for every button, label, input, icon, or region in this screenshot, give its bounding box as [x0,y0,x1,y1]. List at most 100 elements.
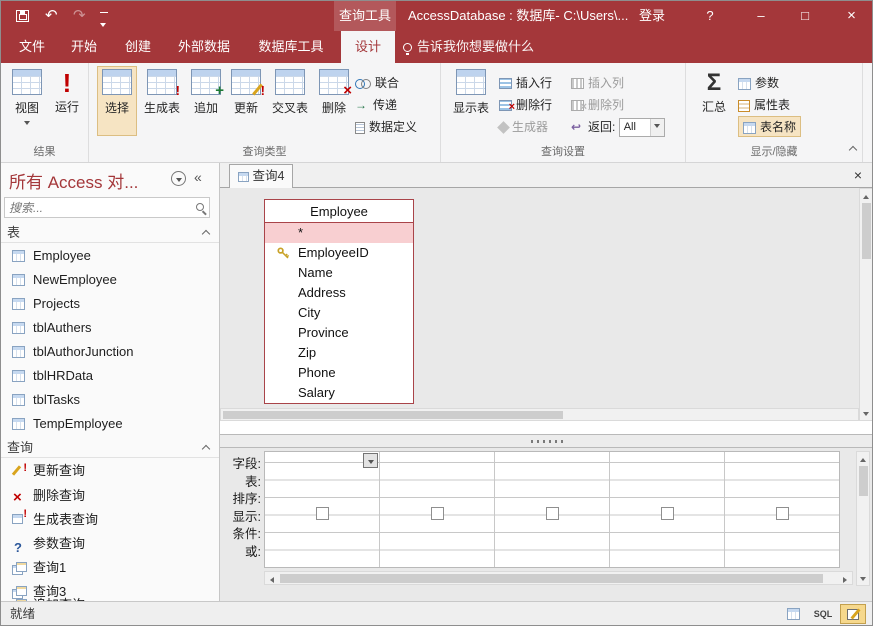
nav-table-newemployee[interactable]: NewEmployee [1,268,219,292]
update-query-button[interactable]: 更新 [227,66,265,136]
make-table-query-button[interactable]: 生成表 [139,66,185,136]
sql-view-button[interactable]: SQL [810,604,836,624]
sign-in-button[interactable]: 登录 [639,1,665,31]
nav-pane-title[interactable]: 所有 Access 对... [9,168,138,193]
data-definition-query-button[interactable]: 数据定义 [355,117,417,138]
nav-query-delete[interactable]: 删除查询 [1,484,219,508]
section-header-queries[interactable]: 查询 [1,437,219,458]
nav-table-employee[interactable]: Employee [1,244,219,268]
show-checkbox-col3[interactable] [546,507,559,520]
delete-query-button[interactable]: 删除 [315,66,353,136]
query-design-grid[interactable] [264,451,840,568]
field-row-employeeid[interactable]: EmployeeID [265,243,413,263]
nav-table-projects[interactable]: Projects [1,292,219,316]
insert-rows-button[interactable]: 插入行 [499,73,552,94]
tab-design[interactable]: 设计 [341,31,395,63]
select-query-button[interactable]: 选择 [97,66,137,136]
undo-icon[interactable] [45,1,58,31]
minimize-button[interactable]: – [741,1,781,31]
tab-database-tools[interactable]: 数据库工具 [245,31,337,63]
show-table-button[interactable]: 显示表 [447,66,495,136]
scroll-left-icon[interactable] [266,573,278,585]
scroll-up-icon[interactable] [857,453,869,465]
append-query-button[interactable]: 追加 [187,66,225,136]
view-button[interactable]: 视图 [8,66,46,136]
document-tab-query4[interactable]: 查询4 [229,164,293,188]
field-row-zip[interactable]: Zip [265,343,413,363]
show-checkbox-col4[interactable] [661,507,674,520]
nav-query-append[interactable]: 追加查询 [1,593,219,601]
delete-rows-button[interactable]: 删除行 [499,95,552,116]
field-row-city[interactable]: City [265,303,413,323]
design-vertical-scrollbar[interactable] [859,188,873,421]
context-tab-query-tools[interactable]: 查询工具 [334,1,396,31]
field-row-address[interactable]: Address [265,283,413,303]
nav-pane-menu-icon[interactable] [171,171,186,186]
datasheet-view-button[interactable] [780,604,806,624]
nav-query-parameter[interactable]: 参数查询 [1,532,219,556]
scrollbar-thumb[interactable] [223,411,563,419]
scrollbar-thumb[interactable] [859,466,868,496]
scroll-down-icon[interactable] [857,572,869,584]
nav-table-tblauthers[interactable]: tblAuthers [1,316,219,340]
union-query-button[interactable]: 联合 [355,73,399,94]
show-checkbox-col1[interactable] [316,507,329,520]
nav-query-update[interactable]: 更新查询 [1,459,219,483]
maximize-button[interactable]: □ [785,1,825,31]
help-button[interactable]: ? [695,1,725,31]
customize-quick-access-icon[interactable] [100,16,108,31]
scroll-down-icon[interactable] [860,407,872,419]
run-button[interactable]: ! 运行 [48,66,86,136]
nav-query-make-table[interactable]: 生成表查询 [1,508,219,532]
show-checkbox-col5[interactable] [776,507,789,520]
table-names-button[interactable]: 表名称 [738,116,801,137]
scrollbar-thumb[interactable] [862,203,871,259]
close-button[interactable]: × [829,1,873,31]
tell-me-box[interactable]: 告诉我你想要做什么 [403,31,573,63]
close-document-icon[interactable] [850,166,866,184]
tab-create[interactable]: 创建 [113,31,163,63]
tab-home[interactable]: 开始 [59,31,109,63]
field-row-name[interactable]: Name [265,263,413,283]
nav-query-query1[interactable]: 查询1 [1,556,219,580]
nav-table-tblhrdata[interactable]: tblHRData [1,364,219,388]
redo-icon[interactable] [73,1,86,31]
design-horizontal-scrollbar[interactable] [220,408,859,421]
return-combo[interactable]: All [619,118,665,137]
pass-through-query-button[interactable]: 传递 [355,95,397,116]
search-input[interactable] [9,199,189,216]
nav-table-tbltasks[interactable]: tblTasks [1,388,219,412]
property-sheet-button[interactable]: 属性表 [738,95,790,116]
builder-button[interactable]: 生成器 [499,117,548,138]
scroll-up-icon[interactable] [860,190,872,202]
section-header-tables[interactable]: 表 [1,222,219,243]
scrollbar-thumb[interactable] [280,574,823,583]
insert-columns-button[interactable]: 插入列 [571,73,624,94]
search-box[interactable] [4,197,210,218]
delete-columns-button[interactable]: 删除列 [571,95,624,116]
parameters-button[interactable]: 参数 [738,73,779,94]
tab-external-data[interactable]: 外部数据 [167,31,241,63]
collapse-section-icon[interactable] [202,230,210,238]
save-icon[interactable] [16,10,29,22]
totals-button[interactable]: 汇总 [694,66,734,136]
search-icon[interactable] [196,203,204,211]
nav-table-tempemployee[interactable]: TempEmployee [1,412,219,436]
field-row-star[interactable]: * [265,223,413,243]
grid-horizontal-scrollbar[interactable] [264,571,853,585]
field-row-phone[interactable]: Phone [265,363,413,383]
field-row-province[interactable]: Province [265,323,413,343]
show-checkbox-col2[interactable] [431,507,444,520]
collapse-section-icon[interactable] [202,445,210,453]
design-view-button[interactable] [840,604,866,624]
crosstab-query-button[interactable]: 交叉表 [267,66,313,136]
scroll-right-icon[interactable] [839,573,851,585]
shutter-bar-collapse-icon[interactable]: « [194,169,202,185]
combo-chevron-icon[interactable] [650,119,664,136]
tab-file[interactable]: 文件 [9,31,55,63]
pane-splitter[interactable] [220,434,873,448]
field-list-title[interactable]: Employee [265,200,413,223]
grid-vertical-scrollbar[interactable] [856,451,870,586]
query-design-surface[interactable]: Employee * EmployeeID Name Address City … [220,188,873,421]
field-row-salary[interactable]: Salary [265,383,413,403]
